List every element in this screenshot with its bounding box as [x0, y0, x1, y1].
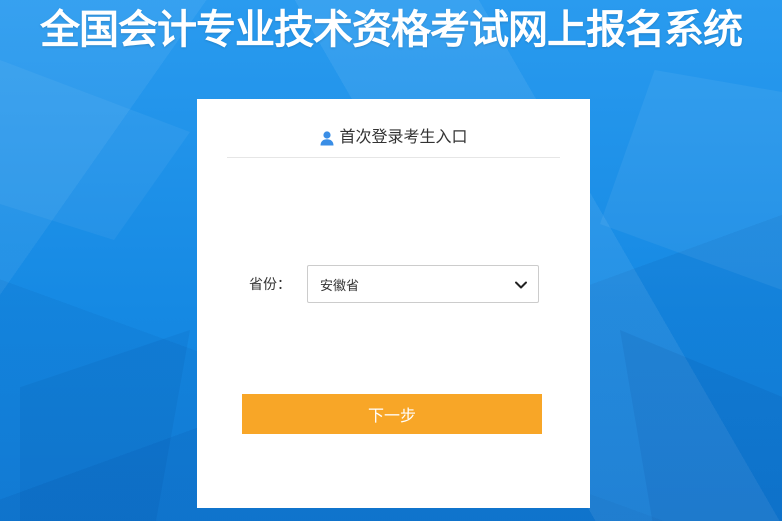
background-facet: [600, 70, 782, 290]
province-selected-value: 安徽省: [320, 278, 360, 294]
background-facet: [20, 330, 190, 521]
card-header: 首次登录考生入口: [227, 117, 560, 158]
chevron-down-icon: [514, 277, 528, 291]
card-title: 首次登录考生入口: [339, 127, 468, 146]
page-title: 全国会计专业技术资格考试网上报名系统: [40, 7, 743, 53]
login-card: 首次登录考生入口 省份： 安徽省 下一步: [197, 99, 590, 508]
province-label: 省份：: [249, 277, 291, 293]
user-icon: [319, 130, 335, 146]
next-step-button[interactable]: 下一步: [242, 394, 542, 434]
province-row: 省份： 安徽省: [249, 264, 539, 304]
background-facet: [620, 330, 782, 521]
province-select[interactable]: 安徽省: [307, 265, 539, 303]
background-facet: [0, 60, 190, 240]
